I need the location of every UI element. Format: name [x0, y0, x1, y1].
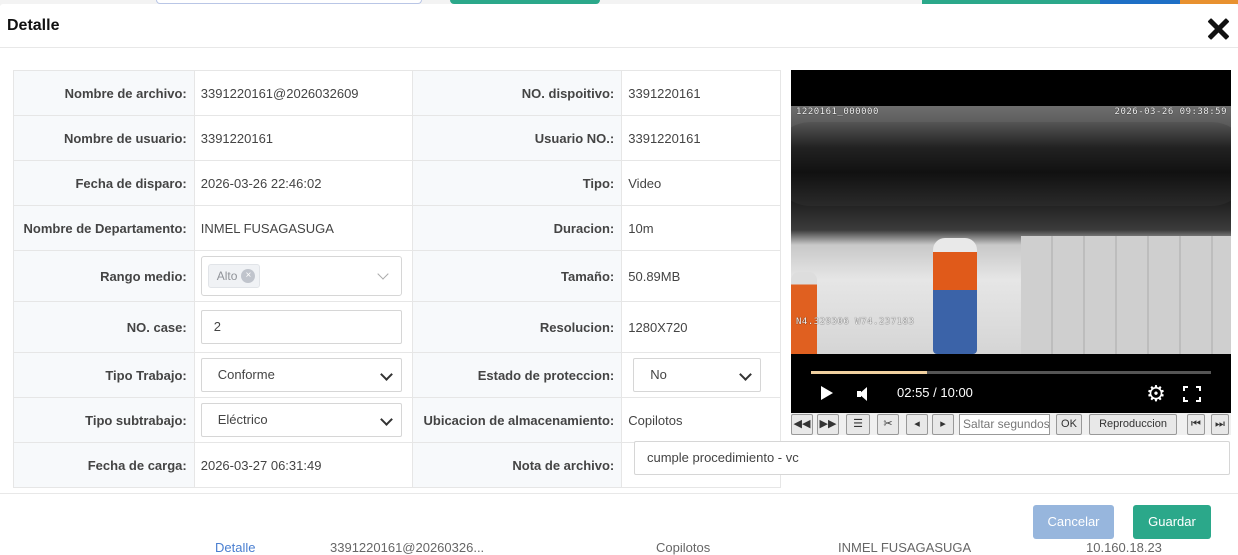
video-scene-worker-2 — [791, 272, 817, 354]
resolution-value: 1280X720 — [621, 301, 781, 353]
video-overlay-timestamp: 2026-03-26 09:38:59 — [1114, 107, 1227, 117]
upload-date-label: Fecha de carga: — [13, 442, 195, 488]
storage-label: Ubicacion de almacenamiento: — [411, 397, 623, 443]
scissors-icon[interactable]: ✂ — [877, 414, 899, 435]
fast-forward-icon[interactable]: ▶▶ — [817, 414, 839, 435]
department-value: INMEL FUSAGASUGA — [193, 205, 413, 251]
rewind-icon[interactable]: ◀◀ — [791, 414, 813, 435]
protection-label: Estado de proteccion: — [411, 352, 623, 398]
device-no-value: 3391220161 — [621, 70, 781, 116]
video-controls: 02:55 / 10:00 ⚙ — [791, 354, 1231, 413]
upload-date-value: 2026-03-27 06:31:49 — [193, 442, 413, 488]
playback-button[interactable]: Reproduccion — [1089, 414, 1177, 435]
media-range-tag: Alto × — [207, 264, 261, 288]
background-row-link: Detalle — [215, 543, 256, 555]
volume-icon[interactable] — [857, 387, 869, 401]
next-frame-icon[interactable]: ▸ — [932, 414, 954, 435]
duration-value: 10m — [621, 205, 781, 251]
gear-icon[interactable]: ⚙ — [1145, 383, 1167, 405]
video-overlay-id: 1220161_000000 — [796, 107, 879, 117]
work-type-select[interactable]: Conforme — [200, 358, 402, 392]
type-value: Video — [621, 160, 781, 206]
type-label: Tipo: — [411, 160, 623, 206]
user-name-label: Nombre de usuario: — [13, 115, 195, 161]
media-range-select[interactable]: Alto × — [200, 256, 402, 296]
video-frame[interactable]: 1220161_000000 2026-03-26 09:38:59 N4.32… — [791, 106, 1231, 354]
video-time: 02:55 / 10:00 — [897, 385, 973, 400]
video-overlay-coords: N4.329306 W74.237183 — [796, 317, 915, 327]
protection-select[interactable]: No — [633, 358, 761, 392]
work-type-label: Tipo Trabajo: — [13, 352, 195, 398]
protection-value: No — [650, 367, 667, 382]
media-range-label: Rango medio: — [13, 250, 195, 302]
chevron-down-icon — [739, 368, 752, 381]
duration-label: Duracion: — [411, 205, 623, 251]
size-value: 50.89MB — [621, 250, 781, 302]
chevron-down-icon — [379, 413, 393, 426]
video-player[interactable]: 1220161_000000 2026-03-26 09:38:59 N4.32… — [791, 70, 1231, 413]
work-type-value: Conforme — [217, 367, 275, 382]
resolution-label: Resolucion: — [411, 301, 623, 353]
background-row-ip: 10.160.18.23 — [1086, 543, 1162, 555]
fullscreen-icon[interactable] — [1183, 386, 1201, 402]
user-name-value: 3391220161 — [193, 115, 413, 161]
trigger-date-label: Fecha de disparo: — [13, 160, 195, 206]
video-scene-wall — [1021, 236, 1231, 354]
background-row-storage: Copilotos — [656, 543, 711, 555]
video-progress-fill — [811, 371, 927, 374]
file-name-label: Nombre de archivo: — [13, 70, 195, 116]
modal-header: Detalle — [0, 4, 1238, 48]
storage-value: Copilotos — [621, 397, 781, 443]
skip-start-icon[interactable]: ⏮ — [1187, 414, 1205, 435]
seek-seconds-input[interactable]: Saltar segundos — [959, 414, 1050, 435]
play-icon[interactable] — [821, 386, 833, 400]
detail-form: Nombre de archivo: 3391220161@2026032609… — [13, 70, 781, 488]
background-row-file: 3391220161@20260326... — [330, 543, 485, 555]
seek-ok-button[interactable]: OK — [1056, 414, 1082, 435]
video-progress-bar[interactable] — [811, 371, 1211, 374]
case-no-input[interactable]: 2 — [200, 310, 402, 344]
background-row-dept: INMEL FUSAGASUGA — [838, 543, 972, 555]
media-range-tag-label: Alto — [216, 269, 238, 283]
size-label: Tamaño: — [411, 250, 623, 302]
department-label: Nombre de Departamento: — [13, 205, 195, 251]
device-no-label: NO. dispoitivo: — [411, 70, 623, 116]
file-name-value: 3391220161@2026032609 — [193, 70, 413, 116]
skip-end-icon[interactable]: ⏭ — [1211, 414, 1229, 435]
cancel-button[interactable]: Cancelar — [1033, 505, 1114, 539]
work-subtype-value: Eléctrico — [217, 412, 268, 427]
tag-remove-icon[interactable]: × — [241, 269, 256, 283]
chevron-down-icon — [379, 368, 393, 381]
video-scene-pipe — [791, 122, 1231, 206]
work-subtype-label: Tipo subtrabajo: — [13, 397, 195, 443]
user-no-value: 3391220161 — [621, 115, 781, 161]
list-icon[interactable]: ☰ — [846, 414, 870, 435]
save-button[interactable]: Guardar — [1133, 505, 1211, 539]
prev-frame-icon[interactable]: ◂ — [906, 414, 928, 435]
background-table-row: Detalle 3391220161@20260326... Copilotos… — [0, 543, 1238, 555]
video-toolbar: ◀◀ ▶▶ ☰ ✂ ◂ ▸ Saltar segundos OK Reprodu… — [791, 413, 1231, 435]
chevron-down-icon — [376, 268, 389, 280]
modal-title: Detalle — [7, 17, 60, 34]
close-icon[interactable] — [1206, 16, 1230, 40]
work-subtype-select[interactable]: Eléctrico — [200, 403, 402, 437]
user-no-label: Usuario NO.: — [411, 115, 623, 161]
video-scene-worker — [933, 238, 977, 354]
case-no-label: NO. case: — [13, 301, 195, 353]
trigger-date-value: 2026-03-26 22:46:02 — [193, 160, 413, 206]
file-note-label: Nota de archivo: — [411, 442, 623, 488]
file-note-input[interactable]: cumple procedimiento - vc — [634, 441, 1230, 475]
modal-footer-divider — [0, 493, 1238, 494]
